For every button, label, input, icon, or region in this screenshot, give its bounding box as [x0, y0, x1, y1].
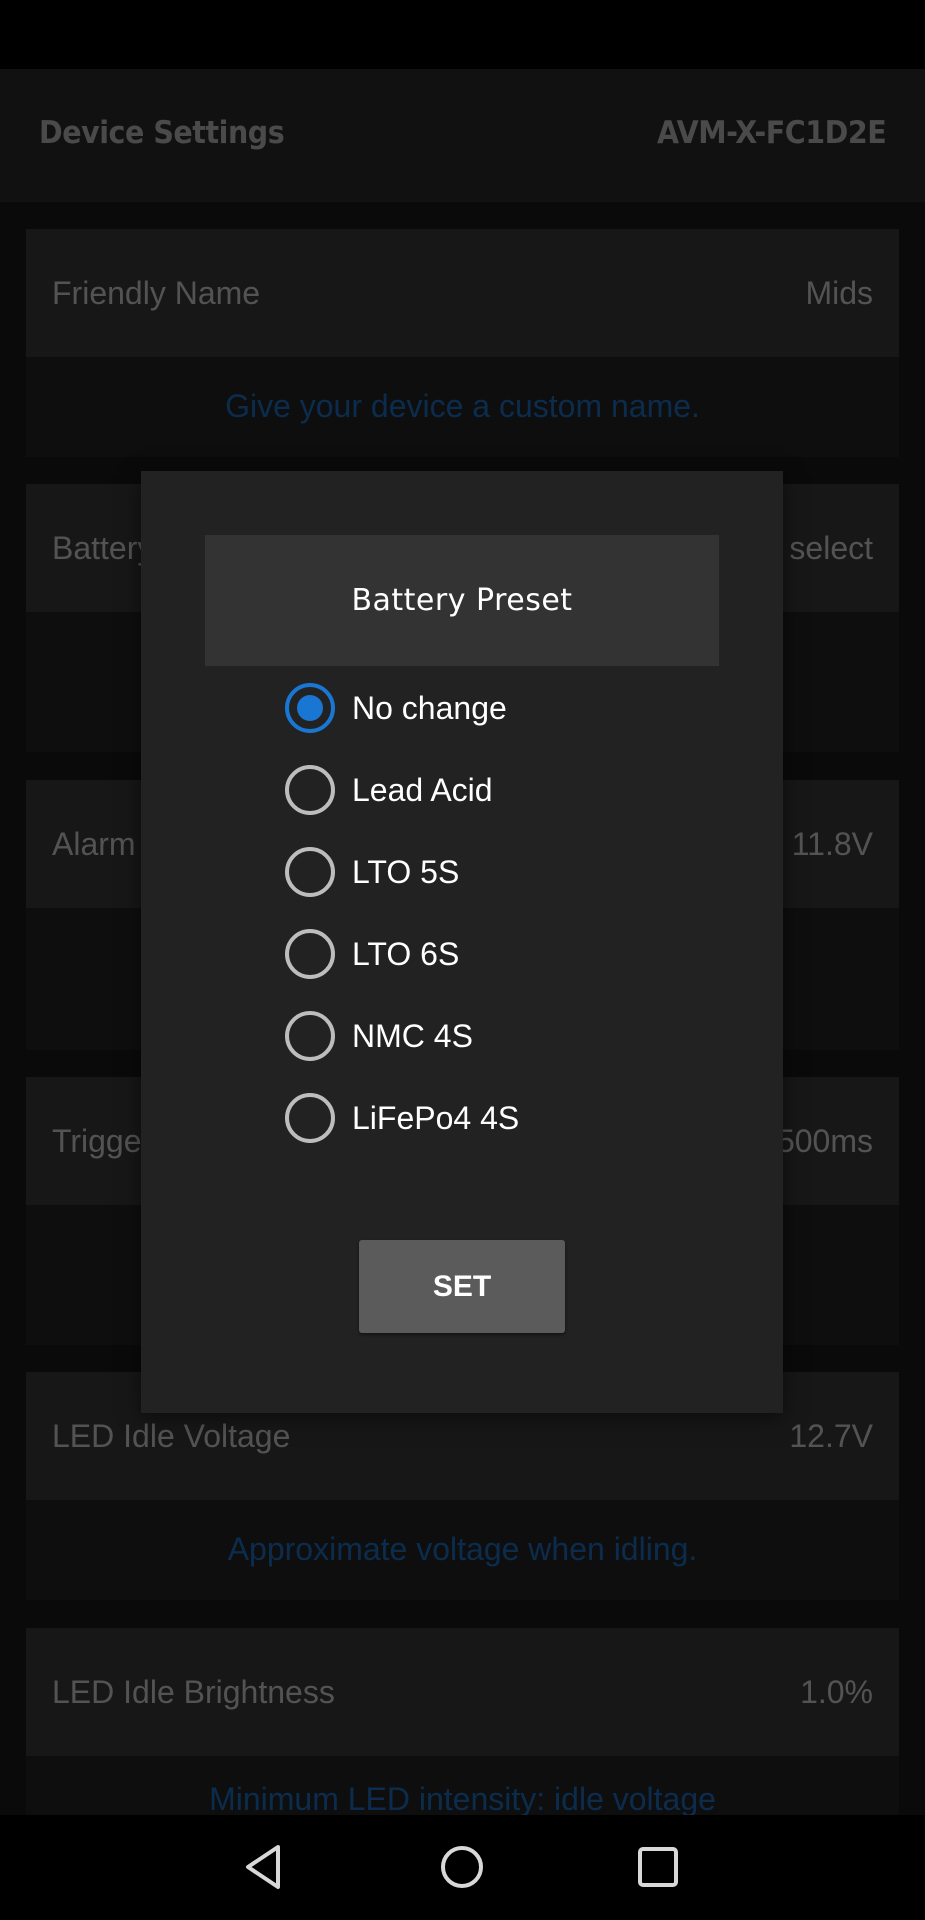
- radio-label: NMC 4S: [352, 1017, 473, 1054]
- radio-option-lead-acid[interactable]: Lead Acid: [285, 760, 493, 820]
- nav-home-button[interactable]: [427, 1837, 497, 1897]
- radio-option-lifepo4-4s[interactable]: LiFePo4 4S: [285, 1088, 519, 1148]
- status-bar: [0, 0, 925, 69]
- back-triangle-icon: [246, 1845, 280, 1889]
- radio-label: LTO 5S: [352, 853, 460, 890]
- nav-back-button[interactable]: [229, 1837, 299, 1897]
- radio-option-nmc-4s[interactable]: NMC 4S: [285, 1006, 473, 1066]
- dialog-title: Battery Preset: [351, 583, 573, 618]
- radio-label: Lead Acid: [352, 771, 493, 808]
- radio-label: LTO 6S: [352, 935, 460, 972]
- radio-unchecked-icon[interactable]: [285, 765, 335, 815]
- radio-unchecked-icon[interactable]: [285, 929, 335, 979]
- nav-recents-button[interactable]: [623, 1837, 693, 1897]
- radio-label: LiFePo4 4S: [352, 1099, 520, 1136]
- radio-label: No change: [352, 689, 507, 726]
- radio-unchecked-icon[interactable]: [285, 1011, 335, 1061]
- battery-preset-dialog: Battery Preset No change Lead Acid LTO 5…: [141, 471, 783, 1413]
- radio-unchecked-icon[interactable]: [285, 847, 335, 897]
- radio-option-no-change[interactable]: No change: [285, 678, 507, 738]
- dialog-header: Battery Preset: [205, 535, 719, 666]
- set-button[interactable]: SET: [359, 1240, 565, 1333]
- system-nav-bar: [0, 1815, 925, 1920]
- radio-checked-icon[interactable]: [285, 683, 335, 733]
- recents-square-icon: [638, 1847, 678, 1887]
- home-circle-icon: [441, 1846, 483, 1888]
- radio-option-lto-6s[interactable]: LTO 6S: [285, 924, 459, 984]
- radio-option-lto-5s[interactable]: LTO 5S: [285, 842, 459, 902]
- radio-unchecked-icon[interactable]: [285, 1093, 335, 1143]
